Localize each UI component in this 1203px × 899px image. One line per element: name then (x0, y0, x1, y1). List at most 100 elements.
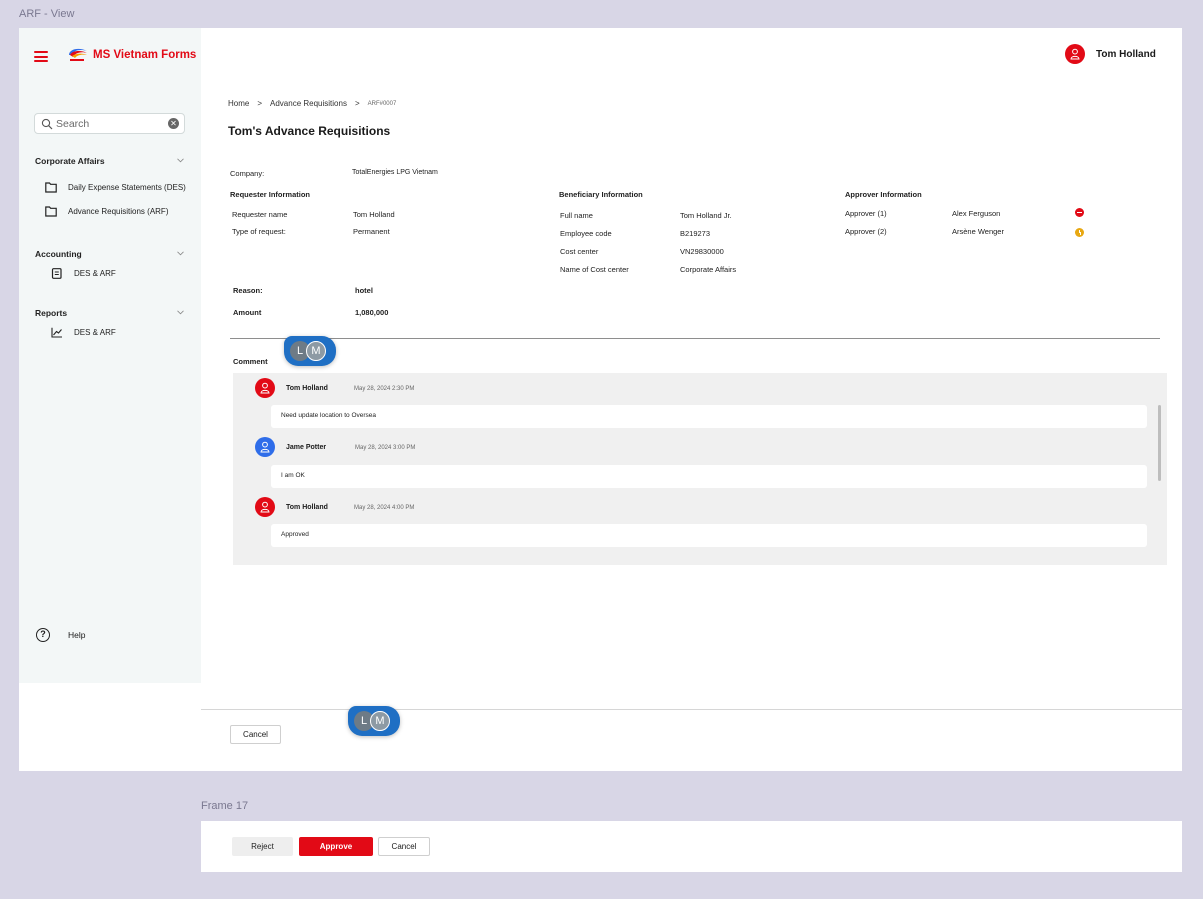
sidebar-item-label: Advance Requisitions (ARF) (68, 207, 169, 216)
page-title: Tom's Advance Requisitions (228, 124, 391, 138)
frame-17: Reject Approve Cancel (201, 821, 1182, 872)
reject-button[interactable]: Reject (232, 837, 293, 856)
comment-text: Approved (281, 531, 309, 538)
comment-body: Approved (271, 524, 1147, 547)
nav-group-corporate-affairs[interactable]: Corporate Affairs (35, 156, 105, 166)
presence-indicator[interactable]: L M (284, 336, 336, 366)
user-icon (1070, 48, 1080, 60)
comment-avatar (255, 437, 275, 457)
app-name: MS Vietnam Forms (93, 49, 197, 61)
requester-heading: Requester Information (230, 190, 311, 199)
beneficiary-label: Cost center (560, 247, 599, 256)
comment-avatar (255, 378, 275, 398)
sidebar-item-label: DES & ARF (74, 269, 116, 278)
document-icon (51, 268, 62, 279)
comment-author: Tom Holland (286, 385, 328, 392)
hamburger-menu-icon[interactable] (34, 51, 48, 62)
beneficiary-value: Tom Holland Jr. (680, 211, 732, 220)
folder-icon (45, 182, 57, 193)
help-icon: ? (36, 628, 50, 642)
arf-view-frame: MS Vietnam Forms Search ✕ Corporate Affa… (19, 28, 1182, 771)
user-name[interactable]: Tom Holland (1096, 49, 1156, 60)
sidebar-item-label: DES & ARF (74, 328, 116, 337)
beneficiary-value: VN29830000 (680, 247, 724, 256)
chevron-down-icon[interactable] (177, 310, 184, 315)
beneficiary-label: Name of Cost center (560, 265, 629, 274)
approver-value: Arsène Wenger (952, 227, 1004, 236)
approver-value: Alex Ferguson (952, 209, 1001, 218)
breadcrumb-current: ARF#0007 (367, 100, 397, 107)
beneficiary-label: Full name (560, 211, 593, 220)
frame-17-title: Frame 17 (201, 800, 249, 812)
approver-label: Approver (2) (845, 227, 887, 236)
comment-list: Tom Holland May 28, 2024 2:30 PM Need up… (233, 373, 1167, 565)
chart-icon (51, 327, 62, 338)
clear-search-icon[interactable]: ✕ (168, 118, 179, 129)
comment-avatar (255, 497, 275, 517)
comment-heading: Comment (233, 357, 268, 366)
company-label: Company: (230, 169, 265, 178)
section-divider (230, 338, 1160, 339)
approve-button[interactable]: Approve (299, 837, 373, 856)
beneficiary-value: Corporate Affairs (680, 265, 737, 274)
help-link[interactable]: ? Help (36, 628, 85, 642)
sidebar-item-des[interactable]: Daily Expense Statements (DES) (45, 182, 186, 193)
approver-heading: Approver Information (845, 190, 922, 199)
breadcrumb-home[interactable]: Home (228, 99, 249, 108)
chevron-down-icon[interactable] (177, 251, 184, 256)
presence-indicator[interactable]: L M (348, 706, 400, 736)
reason-value: hotel (355, 286, 373, 295)
company-value: TotalEnergies LPG Vietnam (352, 169, 438, 176)
sidebar-item-arf[interactable]: Advance Requisitions (ARF) (45, 206, 168, 217)
folder-icon (45, 206, 57, 217)
breadcrumb-separator: > (354, 99, 360, 108)
sidebar-item-reports-des-arf[interactable]: DES & ARF (51, 327, 116, 338)
collaborator-avatar: M (370, 711, 390, 731)
breadcrumb-separator: > (257, 99, 263, 108)
beneficiary-label: Employee code (560, 229, 612, 238)
cancel-button[interactable]: Cancel (230, 725, 281, 744)
totalenergies-logo (69, 48, 87, 61)
user-icon (260, 441, 270, 453)
frame-title: ARF - View (19, 8, 75, 20)
comment-author: Jame Potter (286, 444, 327, 451)
rejected-status-icon (1075, 208, 1084, 217)
sidebar-item-label: Daily Expense Statements (DES) (68, 183, 186, 192)
user-icon (260, 382, 270, 394)
amount-label: Amount (233, 308, 262, 317)
user-icon (260, 501, 270, 513)
requester-name-label: Requester name (232, 210, 288, 219)
search-placeholder: Search (56, 118, 90, 130)
user-avatar[interactable] (1065, 44, 1085, 64)
sidebar: MS Vietnam Forms Search ✕ Corporate Affa… (19, 28, 201, 771)
comment-scrollbar[interactable] (1158, 405, 1161, 481)
beneficiary-heading: Beneficiary Information (559, 190, 643, 199)
reason-label: Reason: (233, 286, 263, 295)
collaborator-avatar: M (306, 341, 326, 361)
comment-body: I am OK (271, 465, 1147, 488)
comment-time: May 28, 2024 4:00 PM (354, 505, 415, 511)
beneficiary-value: B219273 (680, 229, 711, 238)
help-label: Help (68, 630, 86, 640)
requester-name-value: Tom Holland (353, 210, 395, 219)
sidebar-item-accounting-des-arf[interactable]: DES & ARF (51, 268, 116, 279)
breadcrumb: Home > Advance Requisitions > ARF#0007 (228, 99, 396, 108)
chevron-down-icon[interactable] (177, 158, 184, 163)
comment-author: Tom Holland (286, 504, 328, 511)
request-type-value: Permanent (353, 227, 390, 236)
cancel-button[interactable]: Cancel (378, 837, 430, 856)
request-type-label: Type of request: (232, 227, 286, 236)
search-input[interactable]: Search ✕ (34, 113, 185, 134)
comment-body: Need update location to Oversea (271, 405, 1147, 428)
comment-text: I am OK (281, 472, 305, 479)
nav-group-accounting[interactable]: Accounting (35, 249, 82, 259)
amount-value: 1,080,000 (355, 308, 389, 317)
breadcrumb-section[interactable]: Advance Requisitions (270, 99, 347, 108)
comment-text: Need update location to Oversea (281, 412, 377, 419)
pending-clock-icon (1075, 228, 1084, 237)
search-icon (41, 118, 53, 130)
nav-group-reports[interactable]: Reports (35, 308, 67, 318)
approver-label: Approver (1) (845, 209, 887, 218)
comment-time: May 28, 2024 2:30 PM (354, 386, 415, 392)
comment-time: May 28, 2024 3:00 PM (355, 445, 416, 451)
